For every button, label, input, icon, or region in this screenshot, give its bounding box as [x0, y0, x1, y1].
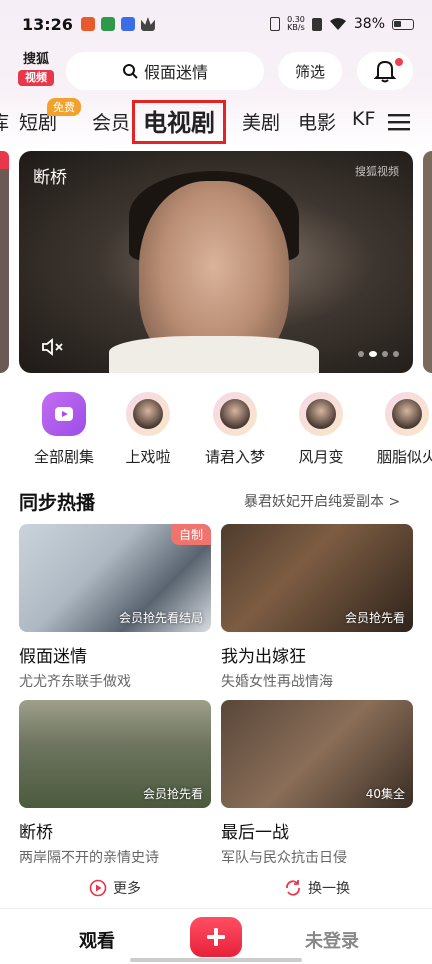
category-item[interactable]: 上戏啦	[103, 392, 193, 467]
show-card[interactable]: 自制 会员抢先看结局 假面迷情 尤尤齐东联手做戏	[19, 524, 211, 691]
show-thumbnail: 40集全	[221, 700, 413, 808]
search-bar[interactable]: 假面迷情	[66, 52, 264, 90]
home-indicator[interactable]	[130, 958, 302, 962]
category-item[interactable]: 风月变	[276, 392, 366, 467]
net-speed: 0.30 KB/s	[287, 15, 305, 32]
app-notif-icon	[100, 17, 115, 31]
show-title: 我为出嫁狂	[221, 647, 306, 667]
crown-icon	[140, 17, 155, 31]
search-placeholder: 假面迷情	[143, 63, 208, 82]
tab-short-drama[interactable]: 短剧 免费	[19, 98, 81, 135]
hero-image	[109, 336, 319, 373]
show-subtitle: 失婚女性再战情海	[221, 674, 333, 690]
notification-icons	[80, 17, 155, 31]
tab-vip[interactable]: 会员	[92, 108, 130, 135]
top-header: 搜狐 视频 假面迷情 筛选	[0, 50, 432, 92]
logo-tag: 视频	[18, 70, 54, 86]
category-label: 上戏啦	[125, 448, 171, 466]
app-notif-icon	[120, 17, 135, 31]
original-badge: 自制	[170, 524, 211, 545]
show-subtitle: 军队与民众抗击日侵	[221, 850, 347, 866]
carousel-dot-active	[369, 351, 377, 357]
status-bar: 13:26 0.30 KB/s 38%	[0, 0, 432, 48]
tab-tv-series[interactable]: 电视剧	[132, 100, 226, 144]
vibrate-icon	[270, 17, 281, 31]
category-label: 风月变	[298, 448, 344, 466]
show-thumbnail: 会员抢先看	[221, 524, 413, 632]
carousel-dot	[382, 351, 388, 357]
battery-percent: 38%	[353, 16, 385, 32]
show-title: 最后一战	[221, 823, 289, 843]
prev-banner-peek[interactable]	[0, 151, 9, 373]
thumbnail-label: 会员抢先看	[142, 787, 203, 801]
unread-dot	[395, 58, 403, 66]
tab-movie[interactable]: 电影	[298, 108, 336, 135]
filter-button[interactable]: 筛选	[278, 52, 342, 90]
nav-watch[interactable]: 观看	[79, 927, 115, 953]
avatar	[299, 392, 343, 436]
thumbnail-label: 会员抢先看结局	[118, 611, 203, 625]
sim-icon	[311, 17, 322, 31]
refresh-icon	[286, 880, 300, 896]
category-label: 请君入梦	[204, 448, 265, 466]
next-banner-peek[interactable]	[423, 151, 432, 373]
show-thumbnail: 自制 会员抢先看结局	[19, 524, 211, 632]
tab-us-drama[interactable]: 美剧	[242, 108, 280, 135]
app-notif-icon	[80, 17, 95, 31]
show-title: 断桥	[19, 823, 53, 843]
tab-kf[interactable]: KF	[352, 108, 375, 130]
show-card[interactable]: 会员抢先看 我为出嫁狂 失婚女性再战情海	[221, 524, 413, 691]
hero-title: 断桥	[33, 168, 67, 188]
status-time: 13:26	[22, 14, 73, 34]
avatar	[126, 392, 170, 436]
category-item[interactable]: 胭脂似火	[362, 392, 432, 467]
play-circle-icon	[89, 879, 107, 897]
carousel-dot	[393, 351, 399, 357]
tab-library[interactable]: 库	[0, 108, 9, 135]
category-all-series[interactable]: 全部剧集	[19, 392, 109, 467]
thumbnail-label: 40集全	[365, 787, 405, 801]
category-item[interactable]: 请君入梦	[190, 392, 280, 467]
create-button[interactable]	[190, 917, 242, 957]
carousel-dot	[358, 351, 364, 357]
carousel-dots	[358, 351, 399, 357]
show-card[interactable]: 40集全 最后一战 军队与民众抗击日侵	[221, 700, 413, 867]
avatar	[385, 392, 429, 436]
section-title: 同步热播	[19, 492, 96, 514]
logo-text: 搜狐	[22, 52, 49, 67]
more-button[interactable]: 更多	[89, 878, 141, 898]
wifi-icon	[329, 18, 346, 30]
section-more-link[interactable]: 暴君妖妃开启纯爱副本 >	[244, 491, 400, 511]
hero-watermark: 搜狐视频	[355, 165, 399, 178]
show-subtitle: 尤尤齐东联手做戏	[19, 674, 131, 690]
show-subtitle: 两岸隔不开的亲情史诗	[19, 850, 159, 866]
bottom-nav: 观看 未登录	[0, 908, 432, 964]
free-badge: 免费	[47, 98, 81, 116]
nav-login[interactable]: 未登录	[305, 927, 359, 953]
hero-banner[interactable]: 断桥 搜狐视频	[19, 151, 413, 373]
thumbnail-label: 会员抢先看	[344, 611, 405, 625]
status-right: 0.30 KB/s 38%	[270, 16, 414, 32]
bell-icon	[374, 60, 396, 83]
show-card[interactable]: 会员抢先看 断桥 两岸隔不开的亲情史诗	[19, 700, 211, 867]
channel-tabs: 库 短剧 免费 会员 电视剧 美剧 电影 KF	[0, 98, 432, 146]
category-label: 全部剧集	[33, 448, 94, 466]
more-label: 更多	[113, 881, 141, 897]
show-thumbnail: 会员抢先看	[19, 700, 211, 808]
refresh-button[interactable]: 换一换	[284, 878, 350, 898]
notification-button[interactable]	[357, 52, 413, 90]
refresh-label: 换一换	[308, 881, 350, 897]
menu-icon[interactable]	[388, 112, 410, 132]
play-icon	[42, 392, 86, 436]
avatar	[213, 392, 257, 436]
mute-icon[interactable]	[41, 337, 65, 357]
battery-icon	[392, 18, 414, 30]
category-row: 全部剧集 上戏啦 请君入梦 风月变 胭脂似火	[0, 392, 432, 470]
category-label: 胭脂似火	[376, 448, 432, 466]
search-icon	[122, 64, 138, 79]
sohu-logo[interactable]: 搜狐 视频	[18, 52, 54, 86]
plus-icon	[207, 928, 225, 946]
show-title: 假面迷情	[19, 647, 87, 667]
